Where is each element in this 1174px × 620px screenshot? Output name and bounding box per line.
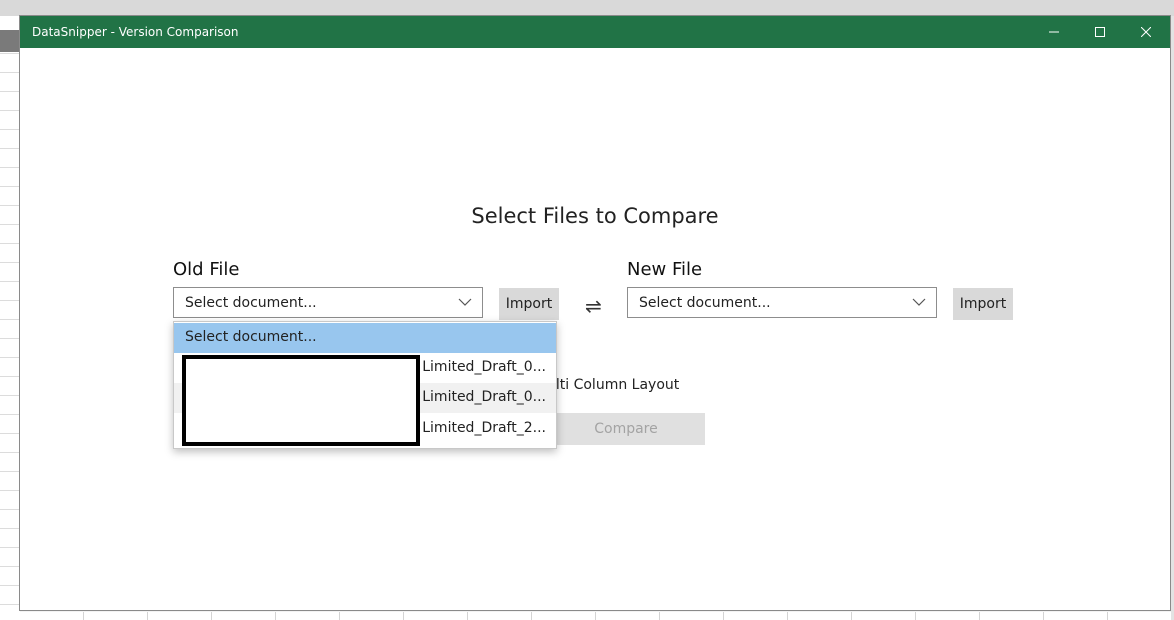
minimize-icon (1049, 31, 1059, 33)
maximize-button[interactable] (1077, 16, 1123, 48)
compare-button[interactable]: Compare (547, 413, 705, 445)
close-button[interactable] (1123, 16, 1169, 48)
new-file-select-value: Select document... (639, 295, 771, 311)
new-file-label: New File (627, 259, 703, 280)
background-top-bar (0, 0, 1174, 16)
multi-column-layout-label[interactable]: ulti Column Layout (547, 377, 679, 393)
background-column-grid (20, 612, 1174, 620)
swap-arrows-icon[interactable]: ⇌ (585, 294, 602, 318)
background-header-cell (0, 30, 20, 52)
version-comparison-window: DataSnipper - Version Comparison Select … (19, 15, 1171, 611)
close-icon (1141, 27, 1151, 37)
old-file-import-button[interactable]: Import (499, 288, 559, 320)
minimize-button[interactable] (1031, 16, 1077, 48)
dropdown-item[interactable]: Select document... (174, 323, 556, 353)
dropdown-item-label: Select document... (185, 329, 317, 345)
background-row-grid (0, 16, 20, 620)
chevron-down-icon (912, 295, 926, 313)
old-file-label: Old File (173, 259, 240, 280)
old-file-dropdown-list: Select document... ent Limited_Draft_0..… (173, 321, 557, 449)
redaction-box (182, 355, 420, 446)
chevron-down-icon (458, 295, 472, 313)
maximize-icon (1095, 27, 1105, 37)
old-file-select[interactable]: Select document... (173, 287, 483, 318)
new-file-import-button[interactable]: Import (953, 288, 1013, 320)
window-title: DataSnipper - Version Comparison (32, 25, 239, 39)
page-title: Select Files to Compare (471, 204, 719, 228)
new-file-select[interactable]: Select document... (627, 287, 937, 318)
old-file-select-value: Select document... (185, 295, 317, 311)
title-bar[interactable]: DataSnipper - Version Comparison (20, 16, 1170, 48)
